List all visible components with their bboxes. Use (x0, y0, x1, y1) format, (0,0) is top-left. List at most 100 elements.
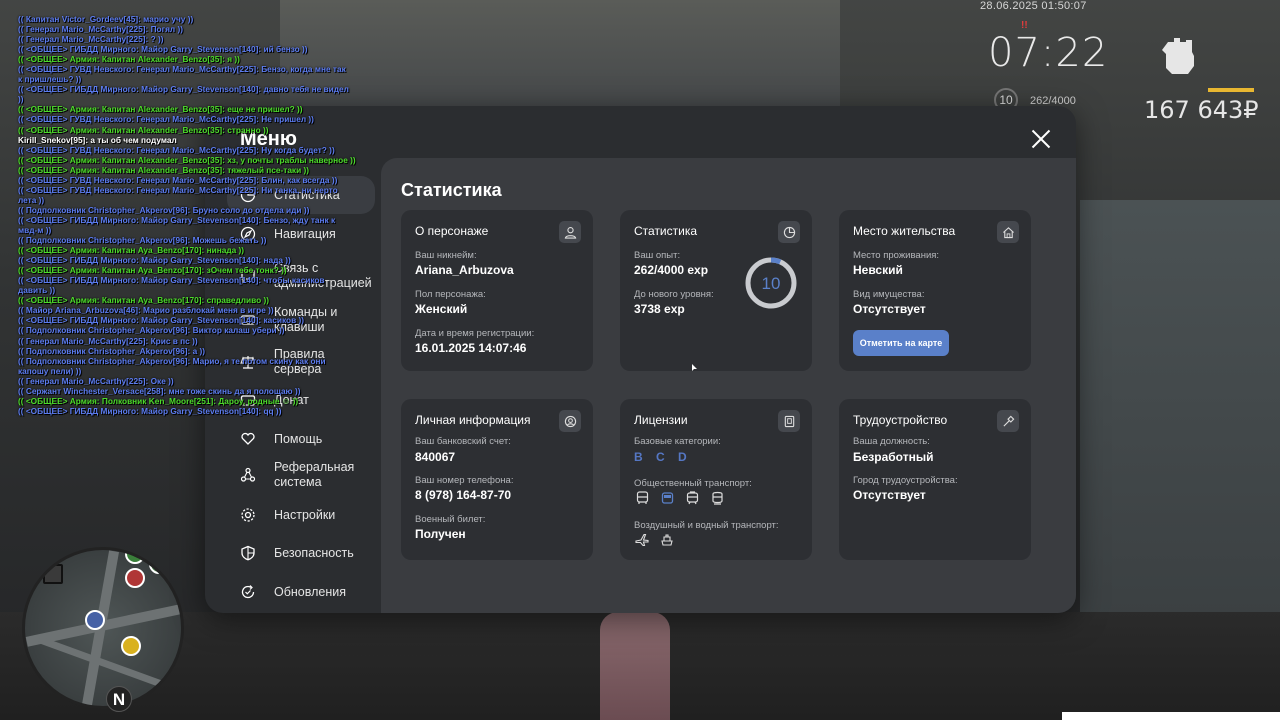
bus-icon (634, 490, 650, 506)
chat-message: (( <ОБЩЕЕ> ГИБДД Мирного: Майор Garry_St… (18, 315, 305, 326)
field-label: Ваш никнейм: (415, 250, 477, 261)
chat-message: (( <ОБЩЕЕ> Армия: Капитан Aya_Benzo[170]… (18, 295, 270, 306)
heart-hand-icon (237, 428, 259, 450)
field-label: Вид имущества: (853, 289, 925, 300)
bank-icon (125, 550, 145, 564)
field-label: Базовые категории: (634, 436, 721, 447)
chat-message: давить )) (18, 285, 56, 296)
chat-message: (( <ОБЩЕЕ> Армия: Капитан Alexander_Benz… (18, 154, 356, 165)
nav-label: Реферальная система (274, 460, 355, 489)
nav-item-security[interactable]: Безопасность (227, 534, 375, 572)
chat-message: капошу пели) )) (18, 365, 82, 376)
character-card: О персонаже Ваш никнейм: Ariana_Arbuzova… (401, 210, 593, 371)
refresh-icon (237, 581, 259, 603)
chat-message: (( <ОБЩЕЕ> ГИБДД Мирного: Майор Garry_St… (18, 255, 291, 266)
field-label: Пол персонажа: (415, 289, 486, 300)
chat-message: (( <ОБЩЕЕ> Армия: Полковник Ken_Moore[25… (18, 395, 299, 406)
chat-message: (( <ОБЩЕЕ> Армия: Капитан Alexander_Benz… (18, 104, 303, 115)
chat-message: (( <ОБЩЕЕ> Армия: Капитан Alexander_Benz… (18, 124, 269, 135)
notification-strip (1062, 712, 1280, 720)
chat-message: (( Подполковник Christopher_Akperov[96]:… (18, 235, 267, 246)
stats-title: Статистика (401, 180, 502, 200)
house-icon (997, 221, 1019, 243)
personal-info-card: Личная информация Ваш банковский счет: 8… (401, 399, 593, 560)
card-title: Трудоустройство (853, 413, 948, 427)
field-label: Дата и время регистрации: (415, 328, 535, 339)
hud-clock: 07:22 (988, 30, 1109, 76)
chat-message: (( Сержант Winchester_Versace[258]: мне … (18, 385, 301, 396)
chat-message: (( Генерал Mario_McCarthy[225]: Крис в п… (18, 335, 198, 346)
chat-message: (( Подполковник Christopher_Akperov[96]:… (18, 204, 310, 215)
trolleybus-icon (659, 490, 675, 506)
phone-value: 8 (978) 164-87-70 (415, 488, 512, 502)
chat-message: (( <ОБЩЕЕ> Армия: Капитан Aya_Benzo[170]… (18, 245, 245, 256)
registration-value: 16.01.2025 14:07:46 (415, 341, 527, 355)
chat-message: (( Майор Ariana_Arbuzova[46]: Марио разб… (18, 305, 274, 316)
exp-value: 262/4000 exp (634, 263, 709, 277)
document-icon (778, 410, 800, 432)
chat-message: (( <ОБЩЕЕ> ГУВД Невского: Генерал Mario_… (18, 174, 338, 185)
chat-message: (( <ОБЩЕЕ> ГИБДД Мирного: Майор Garry_St… (18, 214, 336, 225)
field-label: Общественный транспорт: (634, 478, 752, 489)
level-progress-ring: 10 (745, 257, 797, 309)
tram-icon (684, 490, 700, 506)
field-label: Город трудоустройства: (853, 475, 958, 486)
chat-message: (( Генерал Mario_McCarthy[225]: Оке )) (18, 375, 174, 386)
building (280, 0, 840, 110)
hammer-icon (997, 410, 1019, 432)
nav-item-settings[interactable]: Настройки (227, 496, 375, 534)
network-icon (237, 464, 259, 486)
close-button[interactable] (1030, 128, 1052, 150)
hud-money: 167 643₽ (1144, 96, 1259, 124)
boat-icon (659, 532, 675, 548)
statistics-card: Статистика Ваш опыт: 262/4000 exp До нов… (620, 210, 812, 371)
chat-message: (( Генерал Mario_McCarthy[225]: ? )) (18, 34, 164, 45)
bank-account-value: 840067 (415, 450, 456, 464)
chat-message: (( Капитан Victor_Gordeev[45]: марио учу… (18, 14, 194, 24)
chat-message: Kirill_Snekov[95]: а ты об чем подумал (18, 134, 177, 145)
field-label: Ваш банковский счет: (415, 436, 511, 447)
chat-message: (( <ОБЩЕЕ> ГИБДД Мирного: Майор Garry_St… (18, 275, 325, 286)
field-label: Ваша должность: (853, 436, 930, 447)
character-model (600, 612, 670, 720)
chat-message: (( <ОБЩЕЕ> Армия: Капитан Aya_Benzo[170]… (18, 265, 287, 276)
gear-icon (237, 504, 259, 526)
nickname-value: Ariana_Arbuzova (415, 263, 514, 277)
mouse-cursor-icon (692, 364, 697, 371)
chat-message: (( <ОБЩЕЕ> ГИБДД Мирного: Майор Garry_St… (18, 84, 349, 95)
field-label: Ваш опыт: (634, 250, 681, 261)
map-marker-icon (43, 564, 63, 584)
armor-bar (1208, 88, 1254, 92)
nav-item-updates[interactable]: Обновления (227, 573, 375, 611)
building (1080, 200, 1280, 620)
chat-message: (( Генерал Mario_McCarthy[225]: Погял )) (18, 24, 184, 35)
user-icon (559, 221, 581, 243)
field-label: Ваш номер телефона: (415, 475, 514, 486)
mark-on-map-button[interactable]: Отметить на карте (853, 330, 949, 356)
chat-message: (( <ОБЩЕЕ> ГИБДД Мирного: Майор Garry_St… (18, 405, 282, 416)
fist-icon (1162, 38, 1194, 74)
police-icon (85, 610, 105, 630)
health-icon (125, 568, 145, 588)
employment-card: Трудоустройство Ваша должность: Безработ… (839, 399, 1031, 560)
hud-datetime: 28.06.2025 01:50:07 (980, 0, 1087, 12)
nav-item-referral[interactable]: Реферальная система (227, 453, 375, 497)
pie-icon (778, 221, 800, 243)
field-label: Военный билет: (415, 514, 486, 525)
face-icon (559, 410, 581, 432)
level-value: 10 (762, 274, 781, 293)
chat-message: (( <ОБЩЕЕ> ГУВД Невского: Генерал Mario_… (18, 64, 346, 75)
chat-message: мвд-м )) (18, 224, 52, 235)
target-icon (149, 554, 169, 574)
card-title: Личная информация (415, 413, 531, 427)
chat-message: (( Подполковник Christopher_Akperov[96]:… (18, 325, 285, 336)
position-value: Безработный (853, 450, 934, 464)
field-label: До нового уровня: (634, 289, 714, 300)
north-indicator: N (106, 686, 132, 712)
gender-value: Женский (415, 302, 468, 316)
residence-value: Невский (853, 263, 903, 277)
nav-label: Обновления (274, 584, 346, 599)
chat-message: )) (18, 94, 24, 105)
nav-label: Безопасность (274, 545, 354, 560)
taxi-icon (121, 636, 141, 656)
